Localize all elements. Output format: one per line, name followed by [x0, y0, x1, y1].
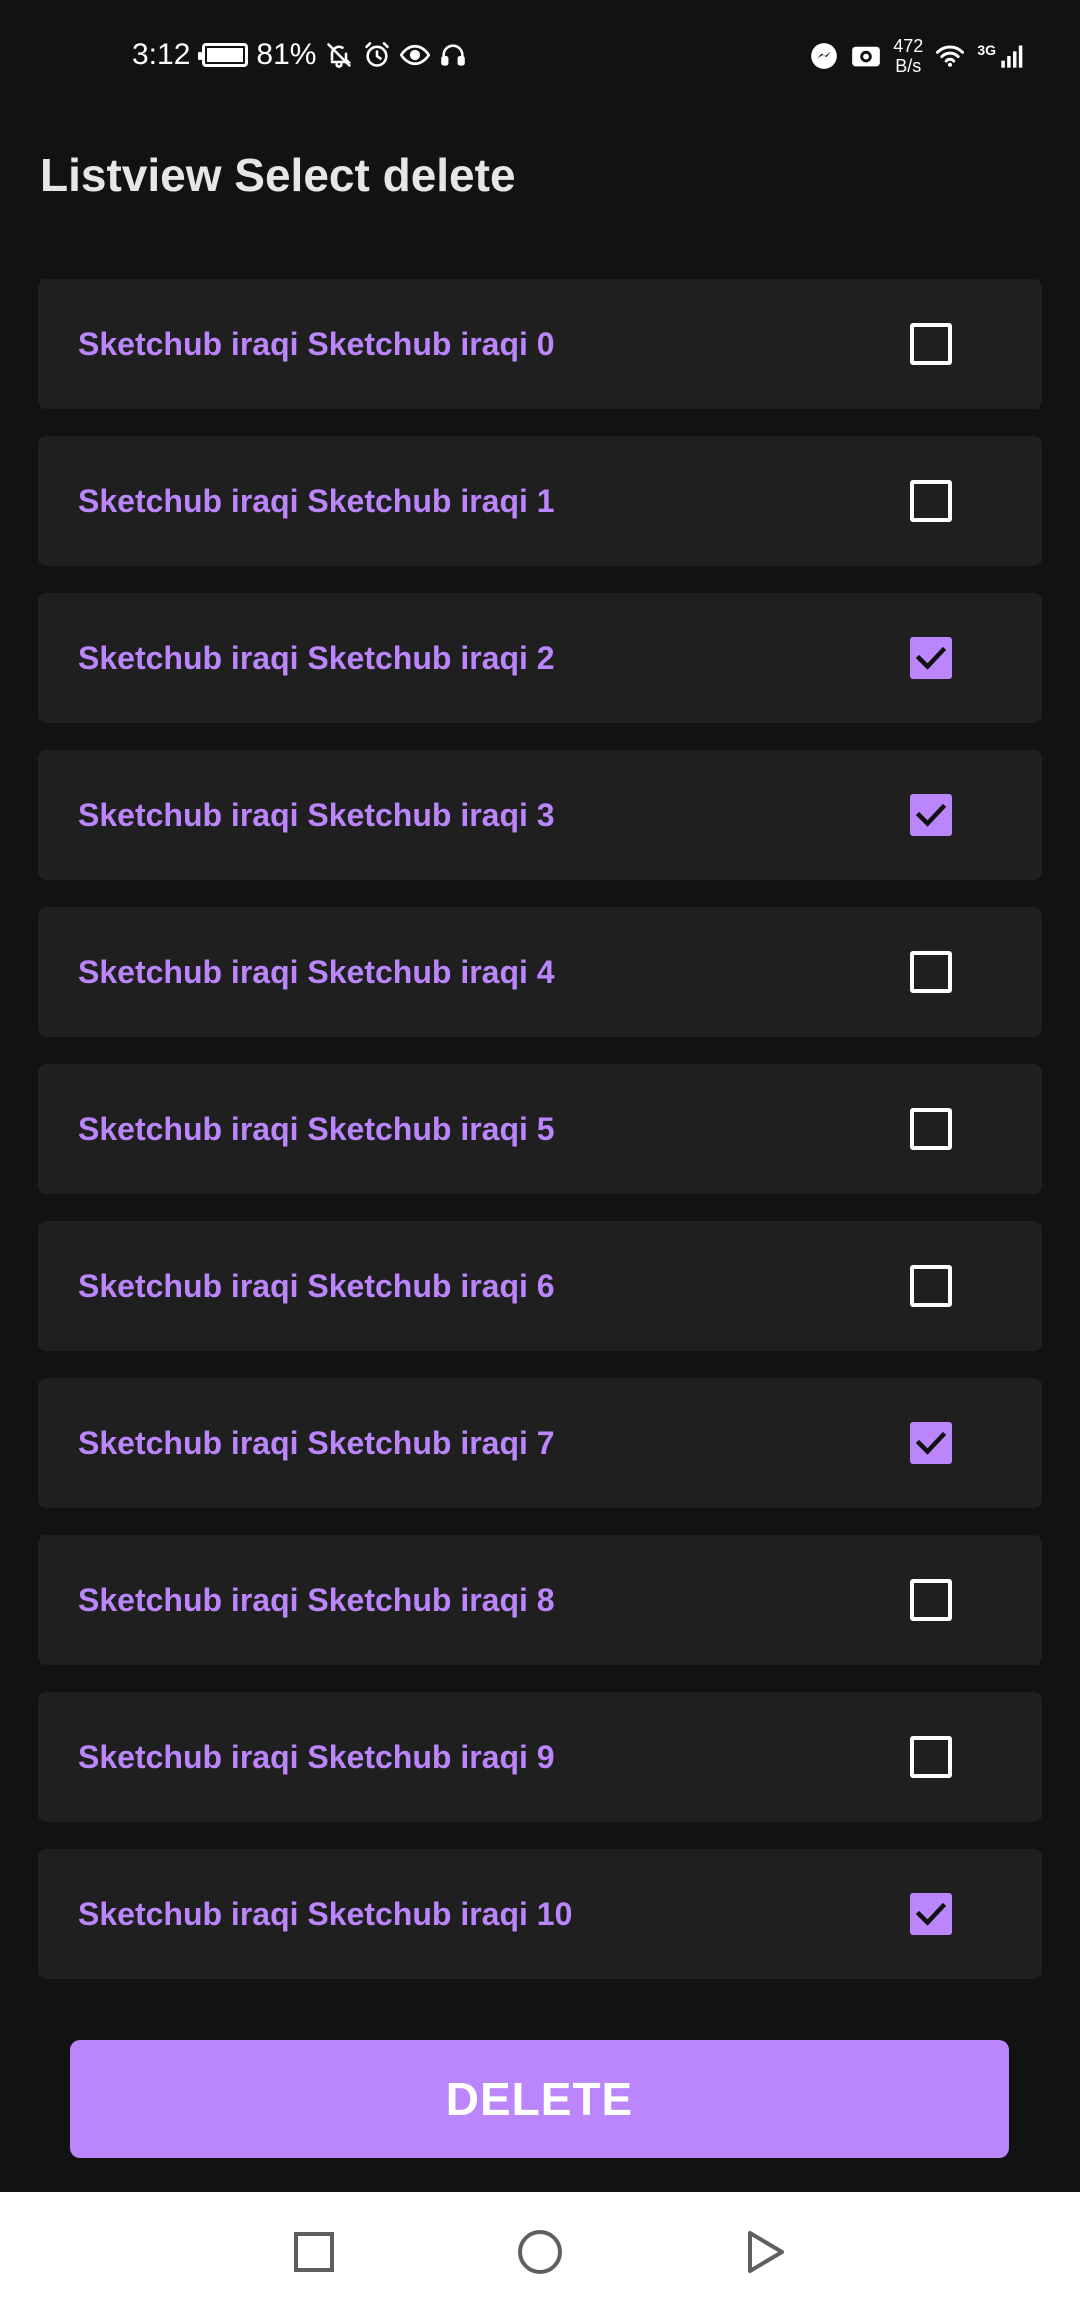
checkbox-unchecked[interactable] — [910, 951, 952, 993]
list-item[interactable]: Sketchub iraqi Sketchub iraqi 4 — [38, 907, 1042, 1037]
list-item-label: Sketchub iraqi Sketchub iraqi 3 — [78, 797, 555, 833]
mute-bell-icon — [324, 40, 354, 70]
recents-icon[interactable] — [284, 2222, 344, 2282]
checkbox-checked[interactable] — [910, 794, 952, 836]
checkbox-checked[interactable] — [910, 637, 952, 679]
status-time: 3:12 — [132, 38, 191, 71]
battery-percent: 81% — [256, 38, 317, 71]
checkbox-unchecked[interactable] — [910, 323, 952, 365]
list-item[interactable]: Sketchub iraqi Sketchub iraqi 0 — [38, 279, 1042, 409]
netspeed-unit: B/s — [895, 56, 922, 76]
checkmark-icon — [915, 1431, 947, 1455]
list-item-label: Sketchub iraqi Sketchub iraqi 7 — [78, 1425, 555, 1461]
back-icon[interactable] — [736, 2222, 796, 2282]
status-right: 472 B/s 3G — [809, 36, 1028, 76]
screen: 3:12 81% 472 B/s 3G Listview Select dele… — [0, 0, 1080, 2310]
wifi-icon — [935, 41, 965, 71]
list-item[interactable]: Sketchub iraqi Sketchub iraqi 6 — [38, 1221, 1042, 1351]
page-title: Listview Select delete — [40, 149, 516, 201]
checkbox-unchecked[interactable] — [910, 480, 952, 522]
list-item[interactable]: Sketchub iraqi Sketchub iraqi 10 — [38, 1849, 1042, 1979]
list-item[interactable]: Sketchub iraqi Sketchub iraqi 8 — [38, 1535, 1042, 1665]
checkbox-unchecked[interactable] — [910, 1265, 952, 1307]
list-item[interactable]: Sketchub iraqi Sketchub iraqi 2 — [38, 593, 1042, 723]
signal-group: 3G — [977, 41, 1028, 71]
checkbox-unchecked[interactable] — [910, 1108, 952, 1150]
navigation-bar — [0, 2192, 1080, 2310]
list-item-label: Sketchub iraqi Sketchub iraqi 5 — [78, 1111, 555, 1147]
status-bar: 3:12 81% 472 B/s 3G — [0, 0, 1080, 120]
list-item-label: Sketchub iraqi Sketchub iraqi 2 — [78, 640, 555, 676]
delete-button[interactable]: DELETE — [70, 2040, 1009, 2158]
checkbox-checked[interactable] — [910, 1422, 952, 1464]
list-item[interactable]: Sketchub iraqi Sketchub iraqi 7 — [38, 1378, 1042, 1508]
item-list: Sketchub iraqi Sketchub iraqi 0 Sketchub … — [38, 279, 1042, 2006]
list-item-label: Sketchub iraqi Sketchub iraqi 6 — [78, 1268, 555, 1304]
network-type: 3G — [977, 42, 996, 58]
list-item-label: Sketchub iraqi Sketchub iraqi 10 — [78, 1896, 573, 1932]
list-item[interactable]: Sketchub iraqi Sketchub iraqi 1 — [38, 436, 1042, 566]
checkmark-icon — [915, 646, 947, 670]
battery-icon — [198, 43, 249, 67]
headset-icon — [438, 40, 468, 70]
signal-icon — [998, 41, 1028, 71]
list-item-label: Sketchub iraqi Sketchub iraqi 1 — [78, 483, 555, 519]
camera-icon — [851, 41, 881, 71]
list-item[interactable]: Sketchub iraqi Sketchub iraqi 5 — [38, 1064, 1042, 1194]
checkmark-icon — [915, 803, 947, 827]
checkbox-unchecked[interactable] — [910, 1579, 952, 1621]
checkmark-icon — [915, 1902, 947, 1926]
list-item-label: Sketchub iraqi Sketchub iraqi 9 — [78, 1739, 555, 1775]
checkbox-checked[interactable] — [910, 1893, 952, 1935]
netspeed-value: 472 — [893, 36, 924, 56]
home-icon[interactable] — [510, 2222, 570, 2282]
status-left: 3:12 81% — [132, 38, 468, 72]
list-item[interactable]: Sketchub iraqi Sketchub iraqi 9 — [38, 1692, 1042, 1822]
checkbox-unchecked[interactable] — [910, 1736, 952, 1778]
messenger-icon — [809, 41, 839, 71]
list-item-label: Sketchub iraqi Sketchub iraqi 4 — [78, 954, 555, 990]
eye-icon — [400, 40, 431, 70]
list-item-label: Sketchub iraqi Sketchub iraqi 8 — [78, 1582, 555, 1618]
list-item[interactable]: Sketchub iraqi Sketchub iraqi 3 — [38, 750, 1042, 880]
netspeed: 472 B/s — [893, 36, 923, 76]
list-item-label: Sketchub iraqi Sketchub iraqi 0 — [78, 326, 555, 362]
alarm-icon — [362, 40, 392, 70]
